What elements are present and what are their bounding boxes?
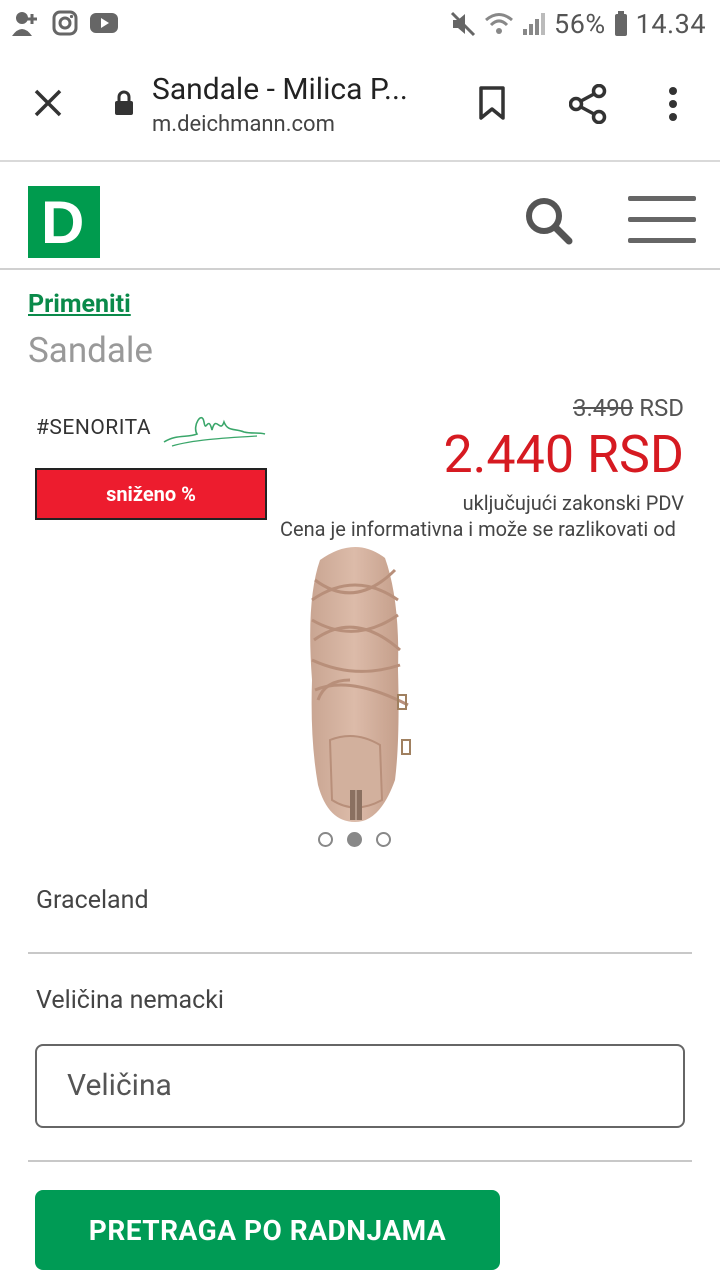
sale-badge: sniženo % <box>35 468 267 520</box>
add-contact-icon <box>12 12 37 36</box>
page-url[interactable]: m.deichmann.com <box>152 112 335 137</box>
instagram-icon <box>52 10 78 36</box>
old-price-currency: RSD <box>639 394 684 422</box>
carousel-dot-1[interactable] <box>318 832 333 847</box>
bookmark-icon[interactable] <box>478 86 506 120</box>
breadcrumb-link[interactable]: Primeniti <box>28 290 131 319</box>
more-options-icon[interactable] <box>668 86 678 122</box>
divider <box>28 1160 692 1162</box>
carousel-dot-3[interactable] <box>376 832 391 847</box>
status-bar: 56% 14.34 <box>0 0 720 50</box>
battery-percent: 56% <box>554 8 606 40</box>
image-carousel-indicator <box>318 832 391 847</box>
old-price-value: 3.490 <box>572 394 634 422</box>
page-title: Sandale - Milica P... <box>152 72 408 107</box>
product-brand: Graceland <box>36 886 149 915</box>
share-icon[interactable] <box>569 84 607 124</box>
product-category: Sandale <box>28 330 153 371</box>
carousel-dot-2[interactable] <box>347 832 362 847</box>
divider <box>28 952 692 954</box>
hamburger-menu-icon[interactable] <box>628 196 696 244</box>
size-label: Veličina nemacki <box>36 986 224 1015</box>
wifi-icon <box>485 13 514 34</box>
status-right: 56% 14.34 <box>450 8 706 40</box>
clock: 14.34 <box>635 8 706 40</box>
deichmann-logo[interactable]: D <box>28 186 100 258</box>
search-icon[interactable] <box>524 196 574 246</box>
site-header: D <box>0 162 720 270</box>
lock-icon <box>115 90 133 115</box>
youtube-icon <box>90 13 118 33</box>
vat-note: uključujući zakonski PDV <box>462 491 684 515</box>
store-search-button[interactable]: PRETRAGA PO RADNJAMA <box>35 1190 500 1270</box>
old-price: 3.490 RSD <box>573 394 684 422</box>
signal-icon <box>523 13 546 35</box>
price-disclaimer: Cena je informativna i može se razlikova… <box>280 517 676 541</box>
signature-logo <box>163 416 266 447</box>
status-left-icons <box>12 10 118 36</box>
size-select[interactable]: Veličina <box>35 1044 685 1128</box>
close-icon[interactable] <box>33 88 63 118</box>
collection-tag: #SENORITA <box>36 416 152 440</box>
size-placeholder: Veličina <box>67 1068 172 1103</box>
custom-tab-toolbar: Sandale - Milica P... m.deichmann.com <box>0 50 720 162</box>
sale-price: 2.440 RSD <box>443 424 684 485</box>
battery-icon <box>614 11 627 36</box>
logo-letter: D <box>41 189 85 256</box>
product-image[interactable] <box>300 540 420 825</box>
mute-icon <box>450 11 476 37</box>
